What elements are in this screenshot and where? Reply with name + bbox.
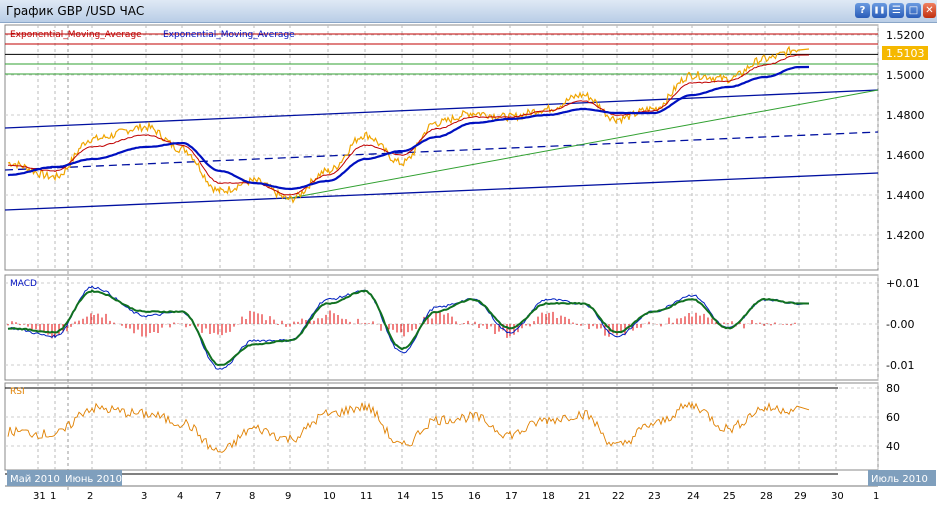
x-tick-label: 25	[723, 491, 736, 502]
macd-tick-label: +0.01	[886, 277, 920, 290]
rsi-tick-label: 80	[886, 382, 900, 395]
macd-tick-label: -0.00	[886, 318, 914, 331]
rsi-tick-label: 60	[886, 411, 900, 424]
x-tick-label: 21	[578, 491, 591, 502]
x-tick-label: 28	[760, 491, 773, 502]
macd-tick-label: -0.01	[886, 359, 914, 372]
price-tick-label: 1.4200	[886, 229, 925, 242]
x-tick-label: 15	[431, 491, 444, 502]
x-tick-label: 3	[141, 491, 147, 502]
x-tick-label: 2	[87, 491, 93, 502]
x-tick-label: 24	[687, 491, 700, 502]
x-tick-label: 1	[873, 491, 879, 502]
macd-title: MACD	[10, 279, 37, 289]
legend-ema-fast: Exponential_Moving_Average	[10, 30, 142, 40]
x-tick-label: 9	[285, 491, 291, 502]
month-label: Июнь 2010	[65, 474, 122, 485]
x-tick-label: 4	[177, 491, 183, 502]
macd-panel	[4, 274, 879, 381]
x-tick-label: 30	[831, 491, 844, 502]
x-tick-label: 29	[794, 491, 807, 502]
rsi-panel	[4, 382, 879, 471]
x-tick-label: 23	[648, 491, 661, 502]
x-tick-label: 31	[33, 491, 46, 502]
price-tick-label: 1.4600	[886, 149, 925, 162]
x-tick-label: 7	[215, 491, 221, 502]
price-tick-label: 1.5200	[886, 29, 925, 42]
legend-ema-slow: Exponential_Moving_Average	[163, 30, 295, 40]
x-tick-label: 18	[542, 491, 555, 502]
x-tick-label: 22	[612, 491, 625, 502]
month-label: Май 2010	[10, 474, 60, 485]
x-tick-label: 1	[50, 491, 56, 502]
x-tick-label: 14	[397, 491, 410, 502]
price-tick-label: 1.4800	[886, 109, 925, 122]
month-label: Июль 2010	[871, 474, 928, 485]
price-tick-label: 1.4400	[886, 189, 925, 202]
rsi-title: RSI	[10, 387, 25, 397]
price-tick-label: 1.5000	[886, 69, 925, 82]
x-tick-label: 11	[360, 491, 373, 502]
x-tick-label: 8	[249, 491, 255, 502]
chart-area[interactable]: 1.5200 1.5000 1.4800 1.4600 1.4400 1.4200 +0.0…	[0, 0, 937, 509]
x-tick-label: 10	[323, 491, 336, 502]
rsi-tick-label: 40	[886, 440, 900, 453]
last-price-label: 1.5103	[886, 47, 925, 60]
x-tick-label: 17	[505, 491, 518, 502]
x-tick-label: 16	[468, 491, 481, 502]
